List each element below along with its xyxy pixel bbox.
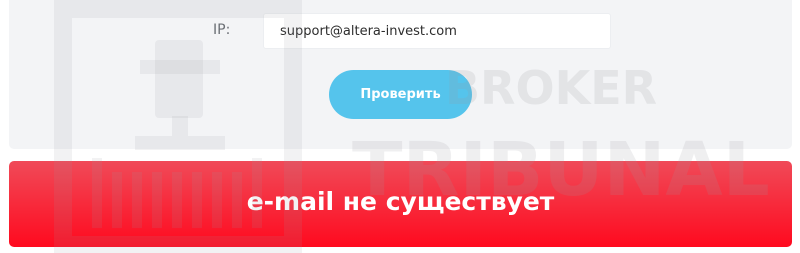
ip-label: IP: (213, 22, 231, 38)
result-message: e-mail не существует (246, 187, 555, 216)
ip-input[interactable] (263, 13, 611, 49)
result-banner: e-mail не существует (9, 161, 792, 247)
checker-widget: IP: Проверить e-mail не существует BROKE… (0, 0, 800, 253)
check-button[interactable]: Проверить (329, 70, 472, 119)
